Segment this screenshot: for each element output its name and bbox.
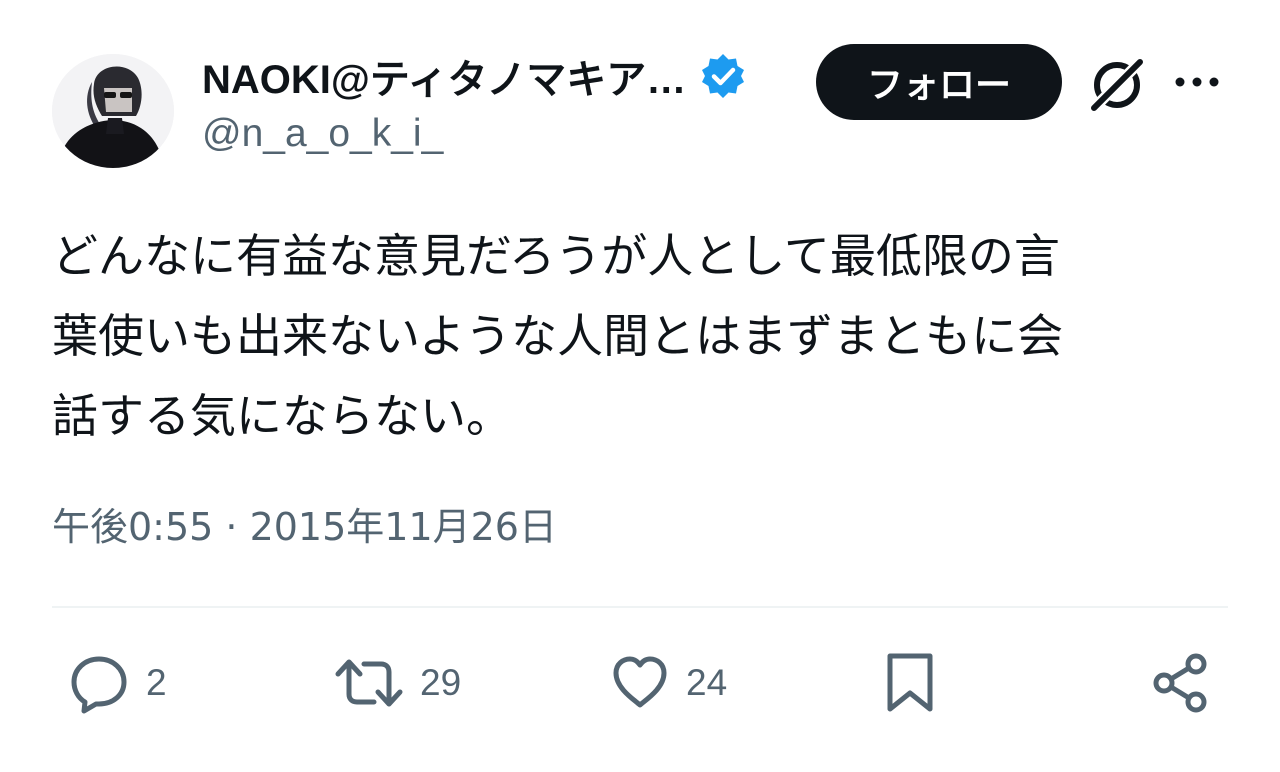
follow-button[interactable]: フォロー [816, 44, 1062, 120]
user-handle[interactable]: @n_a_o_k_i_ [202, 112, 443, 156]
like-count: 24 [686, 662, 728, 703]
avatar-photo [52, 54, 174, 168]
retweet-icon [335, 659, 403, 707]
grok-button[interactable] [1086, 54, 1148, 116]
like-button[interactable]: 24 [610, 650, 727, 716]
more-icon [1175, 77, 1219, 87]
tweet-text: どんなに有益な意見だろうが人として最低限の言 葉使いも出来ないような人間とはまず… [52, 216, 1232, 456]
share-icon [1153, 653, 1207, 713]
bookmark-button[interactable] [884, 650, 936, 716]
divider [52, 606, 1228, 608]
user-name-row[interactable]: NAOKI@ティタノマキア… [202, 50, 748, 102]
display-name[interactable]: NAOKI@ティタノマキア… [202, 47, 686, 105]
share-button[interactable] [1150, 650, 1210, 716]
avatar[interactable] [52, 54, 174, 168]
bookmark-icon [887, 653, 933, 712]
tweet-timestamp[interactable]: 午後0:55 · 2015年11月26日 [52, 496, 557, 551]
tweet-text-line: 話する気にならない。 [52, 389, 512, 443]
reply-icon [71, 656, 127, 714]
reply-button[interactable]: 2 [68, 650, 167, 716]
heart-icon [613, 656, 667, 708]
grok-icon [1086, 54, 1148, 116]
verified-badge-icon [702, 54, 745, 98]
retweet-button[interactable]: 29 [334, 650, 461, 716]
tweet-text-line: どんなに有益な意見だろうが人として最低限の言 [52, 229, 1060, 283]
retweet-count: 29 [420, 662, 462, 703]
more-options-button[interactable] [1172, 60, 1222, 110]
reply-count: 2 [146, 662, 167, 703]
tweet-text-line: 葉使いも出来ないような人間とはまずまともに会 [52, 309, 1064, 363]
